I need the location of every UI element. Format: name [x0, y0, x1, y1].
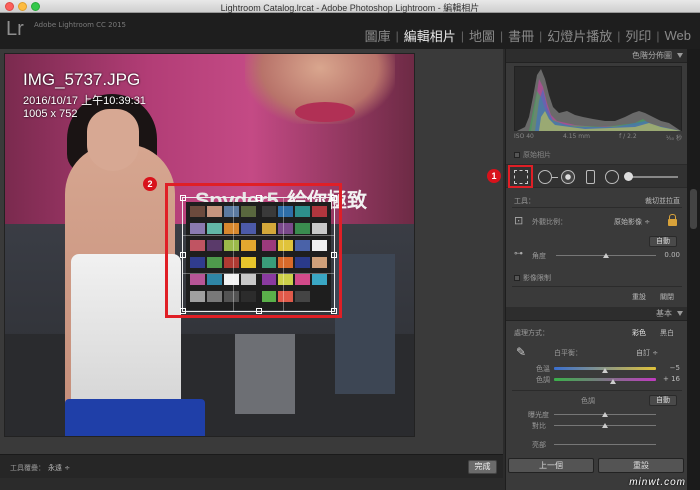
red-eye-icon[interactable]	[561, 170, 575, 184]
exif-focal: 4.15 mm	[563, 133, 590, 140]
radial-filter-icon[interactable]	[605, 170, 619, 184]
wb-select[interactable]: 自訂 ÷	[636, 348, 658, 358]
right-panel: 色階分佈圖 ISO 40 4.15 mm f / 2.2 ¹⁄₅₀ 秒 原始相片…	[505, 49, 687, 490]
bottom-toolbar: 工具覆疊： 永遠 ÷ 完成	[0, 454, 503, 478]
module-library[interactable]: 圖庫	[360, 26, 396, 45]
module-develop[interactable]: 編輯相片	[399, 26, 461, 45]
lightroom-logo: Lr	[6, 18, 24, 40]
highlights-slider[interactable]	[554, 444, 656, 445]
module-web[interactable]: Web	[660, 28, 697, 43]
tint-label: 色調	[536, 376, 550, 384]
crop-frame-icon[interactable]: ⊡	[514, 214, 523, 227]
exif-shutter: ¹⁄₅₀ 秒	[665, 135, 682, 142]
adjustment-brush-slider[interactable]	[628, 176, 678, 178]
basic-title: 基本	[656, 309, 672, 318]
module-slideshow[interactable]: 幻燈片播放	[542, 26, 617, 45]
eyedropper-icon[interactable]: ✎	[516, 345, 526, 359]
tint-value[interactable]: + 16	[663, 375, 680, 383]
wb-label: 白平衡：	[554, 349, 582, 357]
tint-slider[interactable]	[554, 378, 656, 381]
tint-slider-knob[interactable]	[610, 379, 616, 384]
callout-2-badge: 2	[143, 177, 157, 191]
exposure-slider-knob[interactable]	[602, 412, 608, 417]
original-photo-label: 原始相片	[523, 151, 551, 159]
window-titlebar: Lightroom Catalog.lrcat - Adobe Photosho…	[0, 0, 700, 13]
photo-datetime: 2016/10/17 上午10:39:31	[23, 95, 146, 107]
treatment-bw-button[interactable]: 黑白	[660, 328, 674, 338]
contrast-label: 對比	[532, 422, 546, 430]
photo-info-overlay: IMG_5737.JPG 2016/10/17 上午10:39:31 1005 …	[23, 70, 146, 120]
module-print[interactable]: 列印	[620, 26, 656, 45]
histogram-title: 色階分佈圖	[632, 51, 672, 60]
collapse-triangle-icon[interactable]	[677, 53, 683, 58]
callout-1-highlight	[508, 165, 533, 188]
temp-label: 色溫	[536, 365, 550, 373]
stage-prop	[235, 334, 295, 414]
adjustment-brush-icon[interactable]	[624, 172, 633, 181]
graduated-filter-icon[interactable]	[586, 170, 595, 184]
basic-header[interactable]: 基本	[506, 307, 687, 321]
tool-overlay-select[interactable]: 永遠 ÷	[48, 463, 70, 473]
temp-value[interactable]: −5	[670, 364, 680, 372]
highlights-label: 亮部	[532, 441, 546, 449]
module-bar: Lr Adobe Lightroom CC 2015 圖庫 | 編輯相片 | 地圖 |…	[0, 13, 700, 49]
exposure-label: 曝光度	[528, 411, 549, 419]
angle-value[interactable]: 0.00	[664, 251, 680, 259]
aspect-select[interactable]: 原始影像 ÷	[614, 217, 650, 227]
done-button[interactable]: 完成	[468, 460, 497, 474]
straighten-tool-icon[interactable]: ⊶	[514, 249, 523, 259]
constrain-label: 影像限制	[523, 274, 551, 282]
photo-filename: IMG_5737.JPG	[23, 70, 141, 89]
callout-1-badge: 1	[487, 169, 501, 183]
aspect-label: 外觀比例：	[532, 218, 567, 226]
angle-label: 角度	[532, 252, 546, 260]
reset-button[interactable]: 重設	[598, 458, 684, 473]
develop-tool-strip	[506, 164, 687, 188]
panel-scrollbar[interactable]	[687, 49, 700, 490]
histogram-chart[interactable]	[514, 66, 682, 131]
treatment-label: 處理方式：	[514, 329, 549, 337]
original-photo-checkbox[interactable]	[514, 152, 520, 158]
contrast-slider-knob[interactable]	[602, 423, 608, 428]
module-map[interactable]: 地圖	[464, 26, 500, 45]
previous-button[interactable]: 上一個	[508, 458, 594, 473]
crop-reset-button[interactable]: 重設	[632, 292, 646, 302]
tone-label: 色調	[581, 397, 595, 405]
app-version: Adobe Lightroom CC 2015	[34, 21, 126, 29]
histogram-graph	[517, 69, 681, 131]
module-book[interactable]: 書冊	[503, 26, 539, 45]
original-photo-toggle[interactable]: 原始相片	[514, 150, 551, 160]
constrain-toggle[interactable]: 影像限制	[514, 273, 551, 283]
treatment-color-button[interactable]: 彩色	[632, 328, 646, 338]
exif-aperture: f / 2.2	[619, 133, 637, 140]
stage-prop	[335, 254, 395, 394]
spot-removal-icon[interactable]	[538, 170, 558, 184]
tool-overlay-label: 工具覆疊：	[10, 464, 45, 472]
crop-close-button[interactable]: 關閉	[660, 292, 674, 302]
lock-icon[interactable]	[668, 214, 677, 226]
banner-lips	[295, 102, 355, 122]
panel-scroll-thumb[interactable]	[690, 189, 697, 229]
callout-2-highlight	[165, 183, 342, 318]
tone-auto-button[interactable]: 自動	[649, 395, 677, 406]
crop-tool-value: 裁切並拉直	[645, 197, 680, 205]
temp-slider-knob[interactable]	[602, 368, 608, 373]
photo-dimensions: 1005 x 752	[23, 108, 78, 120]
histogram-header[interactable]: 色階分佈圖	[506, 49, 687, 63]
exif-iso: ISO 40	[514, 133, 534, 140]
angle-auto-button[interactable]: 自動	[649, 236, 677, 247]
exif-info: ISO 40 4.15 mm f / 2.2 ¹⁄₅₀ 秒	[514, 133, 682, 142]
crop-tool-label: 工具：	[514, 197, 535, 205]
constrain-checkbox[interactable]	[514, 275, 520, 281]
module-picker: 圖庫 | 編輯相片 | 地圖 | 書冊 | 幻燈片播放 | 列印 | Web	[360, 26, 696, 45]
collapse-triangle-icon[interactable]	[677, 311, 683, 316]
site-watermark: minwt.com	[629, 477, 686, 488]
angle-slider-knob[interactable]	[603, 253, 609, 258]
model-skirt	[65, 399, 205, 436]
